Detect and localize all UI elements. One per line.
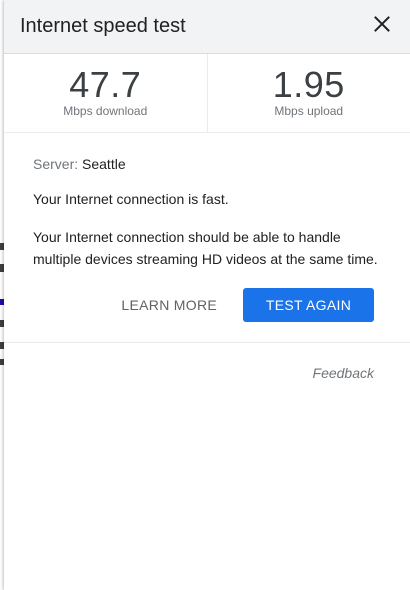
learn-more-button[interactable]: LEARN MORE — [121, 297, 217, 313]
server-label: Server: — [33, 156, 79, 172]
download-value: 47.7 — [69, 64, 142, 105]
result-details: Server: Seattle Your Internet connection… — [4, 133, 410, 270]
test-again-button[interactable]: TEST AGAIN — [243, 288, 374, 322]
dialog-title: Internet speed test — [20, 15, 186, 37]
dialog-actions: LEARN MORE TEST AGAIN — [4, 270, 410, 322]
download-stat: 47.7 Mbps download — [4, 54, 207, 132]
feedback-link[interactable]: Feedback — [4, 343, 410, 381]
speed-results: 47.7 Mbps download 1.95 Mbps upload — [4, 54, 410, 133]
dialog-header: Internet speed test — [4, 0, 410, 54]
upload-stat: 1.95 Mbps upload — [206, 54, 410, 132]
download-unit: Mbps download — [63, 104, 148, 118]
close-icon — [374, 15, 390, 32]
speed-test-dialog: Internet speed test 47.7 Mbps download 1… — [4, 0, 410, 590]
close-button[interactable] — [368, 10, 396, 38]
server-name: Seattle — [82, 156, 126, 172]
connection-status: Your Internet connection is fast. — [33, 191, 229, 207]
upload-value: 1.95 — [272, 64, 345, 105]
server-info: Server: Seattle — [33, 155, 381, 173]
upload-unit: Mbps upload — [274, 104, 344, 118]
connection-description: Your Internet connection should be able … — [33, 229, 378, 267]
